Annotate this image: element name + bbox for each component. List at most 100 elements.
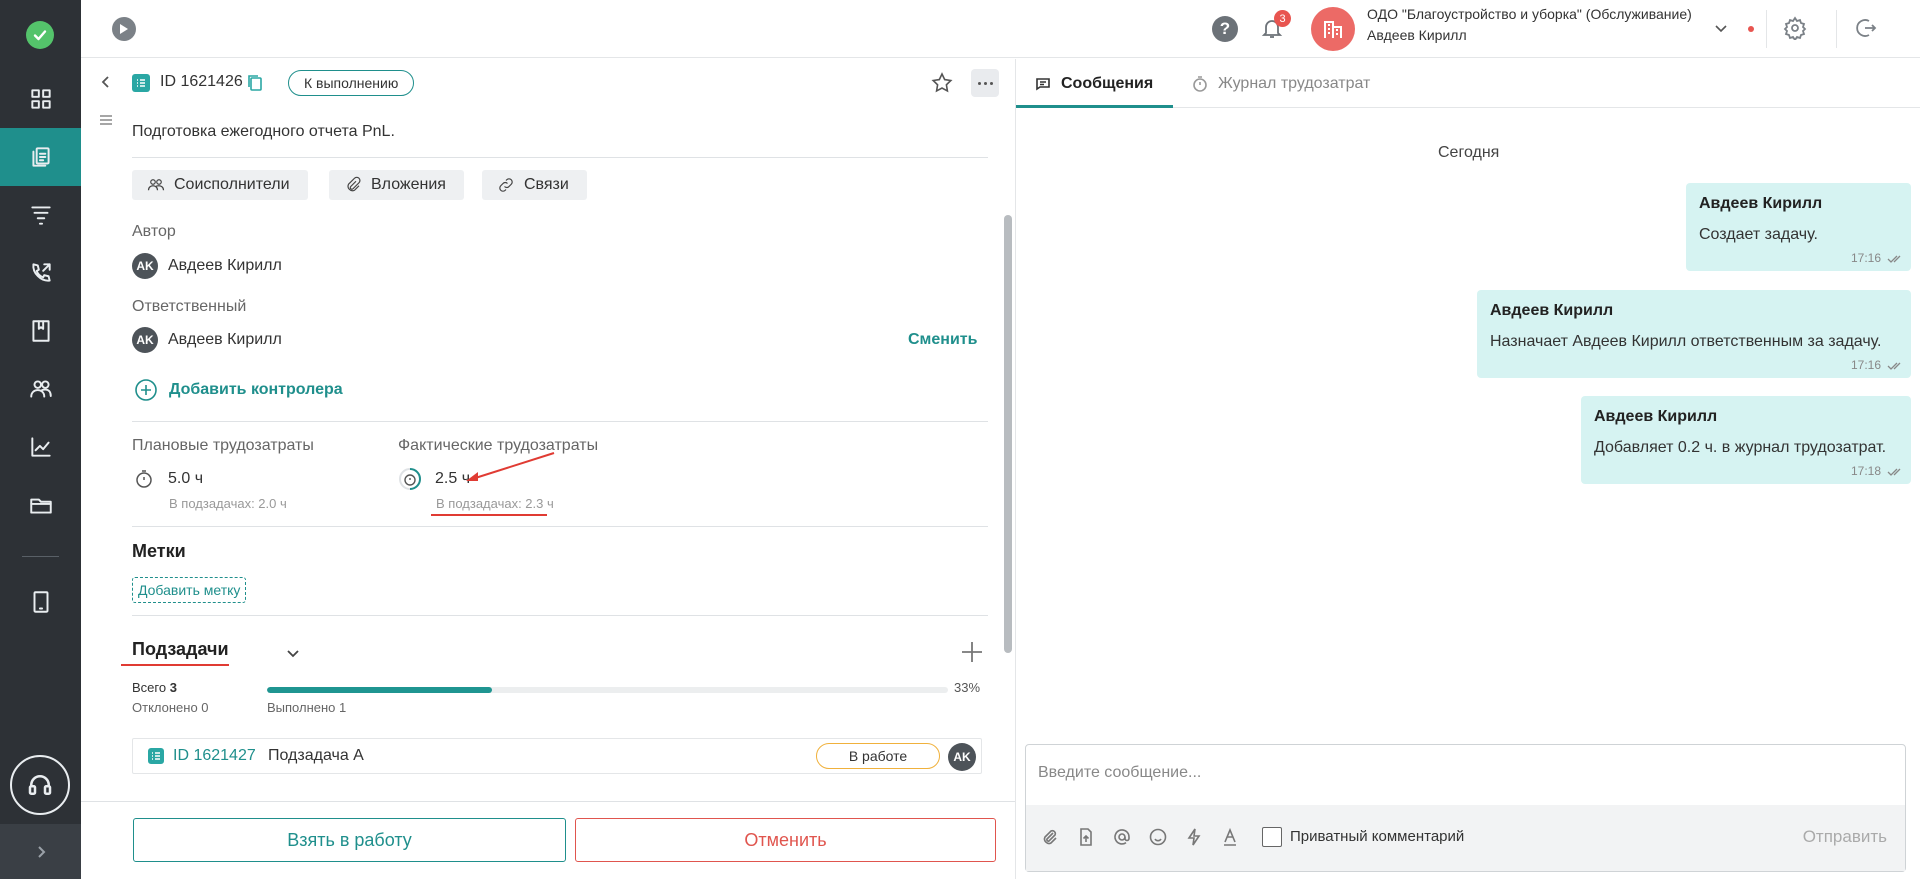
- chevron-down-icon[interactable]: [1713, 20, 1729, 36]
- text-format-icon[interactable]: [1220, 827, 1240, 847]
- favorite-button[interactable]: [930, 71, 954, 95]
- logout-icon: [1856, 19, 1877, 37]
- task-status-badge[interactable]: К выполнению: [288, 70, 415, 96]
- sidebar-item-funnel[interactable]: [0, 186, 81, 244]
- message-author: Авдеев Кирилл: [1594, 408, 1718, 425]
- notifications-badge: 3: [1274, 10, 1291, 27]
- sidebar-item-dashboard[interactable]: [0, 70, 81, 128]
- annotation-underline: [121, 664, 229, 666]
- book-icon: [31, 320, 50, 342]
- paperclip-icon[interactable]: [1040, 827, 1060, 847]
- back-button[interactable]: [98, 74, 116, 92]
- plus-icon: [962, 642, 982, 662]
- author-label: Автор: [132, 223, 176, 240]
- attachments-button[interactable]: Вложения: [329, 170, 464, 200]
- message-author: Авдеев Кирилл: [1490, 302, 1614, 319]
- message-time: 17:18: [1850, 464, 1881, 478]
- sidebar-item-mobile[interactable]: [0, 573, 81, 631]
- take-to-work-button[interactable]: Взять в работу: [133, 818, 566, 862]
- grid-icon: [30, 89, 51, 109]
- phone-icon: [31, 263, 51, 282]
- add-tag-button[interactable]: Добавить метку: [132, 577, 247, 603]
- sidebar-item-knowledge[interactable]: [0, 302, 81, 360]
- dots-icon: [983, 81, 987, 85]
- add-controller-link[interactable]: Добавить контролера: [169, 381, 343, 399]
- tab-messages-label: Сообщения: [1061, 74, 1154, 92]
- subtasks-progress-fill: [267, 687, 492, 693]
- subtask-name[interactable]: Подзадача А: [268, 747, 364, 765]
- settings-button[interactable]: [1783, 16, 1809, 42]
- subtask-id[interactable]: ID 1621427: [173, 747, 256, 765]
- divider: [132, 157, 988, 158]
- task-detail-pane: ID 1621426 К выполнению Подготовка ежего…: [81, 59, 1015, 879]
- org-name[interactable]: ОДО "Благоустройство и уборка" (Обслужив…: [1367, 6, 1692, 22]
- subtask-status-badge[interactable]: В работе: [816, 743, 940, 769]
- author-name: Авдеев Кирилл: [168, 257, 282, 274]
- mention-icon[interactable]: [1112, 827, 1132, 847]
- menu-button[interactable]: [98, 112, 116, 130]
- copy-icon[interactable]: [247, 74, 265, 92]
- lightning-icon[interactable]: [1184, 827, 1204, 847]
- subtasks-progress-percent: 33%: [954, 680, 981, 695]
- responsible-avatar: AK: [132, 327, 158, 353]
- task-title[interactable]: Подготовка ежегодного отчета PnL.: [132, 123, 395, 141]
- sidebar-item-users[interactable]: [0, 360, 81, 418]
- sidebar-item-reports[interactable]: [0, 418, 81, 476]
- message-input[interactable]: [1026, 745, 1905, 801]
- emoji-icon[interactable]: [1148, 827, 1168, 847]
- logout-button[interactable]: [1854, 16, 1880, 42]
- sidebar-item-tasks[interactable]: [0, 128, 81, 186]
- play-button[interactable]: [112, 17, 136, 41]
- top-bar: ? 3 ОДО "Благоустройство и уборка" (Обсл…: [81, 0, 1920, 58]
- subtask-assignee-avatar: AK: [948, 743, 976, 771]
- composer-toolbar: Приватный комментарий Отправить: [1026, 805, 1905, 871]
- send-button[interactable]: Отправить: [1803, 827, 1887, 847]
- sidebar-divider: [22, 556, 59, 557]
- building-icon: [1324, 21, 1342, 38]
- sidebar-expand-button[interactable]: [0, 824, 81, 879]
- chevron-down-icon[interactable]: [284, 644, 302, 662]
- message-text: Назначает Авдеев Кирилл ответственным за…: [1490, 333, 1882, 350]
- planned-subtasks-hours: В подзадачах: 2.0 ч: [169, 496, 287, 511]
- support-button[interactable]: [10, 755, 70, 815]
- co-executors-button[interactable]: Соисполнители: [132, 170, 308, 200]
- change-responsible-link[interactable]: Сменить: [908, 331, 977, 349]
- stopwatch-progress-icon: [399, 468, 421, 490]
- status-dot: [1748, 26, 1754, 32]
- chart-line-icon: [30, 437, 51, 457]
- subtasks-title[interactable]: Подзадачи: [132, 639, 229, 660]
- sidebar-item-files[interactable]: [0, 476, 81, 534]
- tab-messages[interactable]: Сообщения: [1034, 59, 1153, 108]
- attachments-label: Вложения: [371, 176, 446, 193]
- co-executors-label: Соисполнители: [174, 176, 290, 193]
- message-time: 17:16: [1850, 251, 1881, 265]
- tab-time-log[interactable]: Журнал трудозатрат: [1191, 59, 1370, 108]
- add-subtask-button[interactable]: [959, 639, 985, 665]
- subtasks-total-value: 3: [169, 680, 177, 695]
- chat-pane: Сообщения Журнал трудозатрат Сегодня Авд…: [1016, 59, 1920, 879]
- scrollbar[interactable]: [1004, 215, 1012, 653]
- app-logo-icon[interactable]: [26, 21, 54, 49]
- sidebar-item-calls[interactable]: [0, 244, 81, 302]
- double-check-icon: [1887, 359, 1905, 371]
- org-avatar[interactable]: [1311, 7, 1355, 51]
- author-avatar: AK: [132, 253, 158, 279]
- chevron-right-icon: [37, 845, 45, 858]
- current-user-name[interactable]: Авдеев Кирилл: [1367, 27, 1467, 43]
- cancel-task-button[interactable]: Отменить: [575, 818, 996, 862]
- headset-icon: [28, 775, 52, 795]
- private-comment-checkbox[interactable]: [1262, 827, 1282, 847]
- subtask-row[interactable]: ID 1621427 Подзадача А В работе AK: [132, 738, 982, 774]
- users-icon: [29, 380, 52, 398]
- links-button[interactable]: Связи: [482, 170, 587, 200]
- private-comment-label[interactable]: Приватный комментарий: [1290, 828, 1464, 845]
- file-upload-icon[interactable]: [1076, 827, 1096, 847]
- stopwatch-icon: [1193, 75, 1207, 92]
- message-bubble: Авдеев Кирилл Добавляет 0.2 ч. в журнал …: [1581, 396, 1911, 484]
- planned-hours: 5.0 ч: [168, 470, 204, 487]
- planned-effort-label: Плановые трудозатраты: [132, 437, 314, 454]
- more-actions-button[interactable]: [971, 69, 999, 97]
- help-icon[interactable]: ?: [1212, 16, 1238, 42]
- divider: [132, 421, 988, 422]
- plus-circle-icon[interactable]: [134, 378, 158, 402]
